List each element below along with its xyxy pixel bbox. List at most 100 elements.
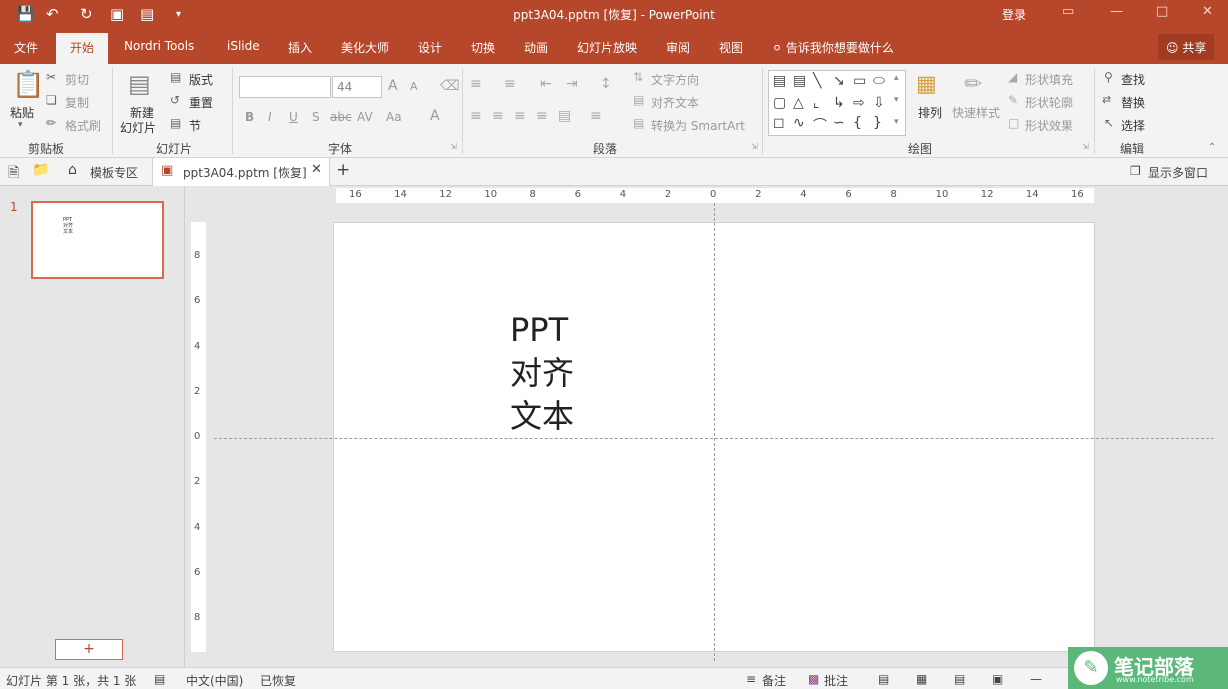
elbow-arrow-shape-icon[interactable]: ↳ <box>833 95 845 111</box>
new-tab-icon[interactable]: + <box>336 160 350 180</box>
slide-sorter-icon[interactable]: ▦ <box>916 672 927 686</box>
paste-icon[interactable]: 📋 <box>12 70 44 100</box>
bullets-icon[interactable]: ≡ <box>470 76 482 92</box>
paste-button[interactable]: 粘贴 <box>10 104 34 121</box>
section-button[interactable]: 节 <box>189 117 201 134</box>
replace-button[interactable]: 替换 <box>1121 94 1145 111</box>
rounded-rect-shape-icon[interactable]: ▢ <box>773 95 786 111</box>
gallery-down-icon[interactable]: ▾ <box>894 95 899 105</box>
arrange-button[interactable]: 排列 <box>918 104 942 121</box>
tab-insert[interactable]: 插入 <box>288 39 312 56</box>
copy-button[interactable]: 复制 <box>65 94 89 111</box>
tab-transitions[interactable]: 切换 <box>471 39 495 56</box>
shrink-font-button[interactable]: A <box>410 80 418 93</box>
new-document-icon[interactable]: 🗎 <box>8 162 19 186</box>
char-spacing-button[interactable]: AV <box>357 110 373 124</box>
share-button[interactable]: ☺ 共享 <box>1158 34 1214 60</box>
paste-dropdown-icon[interactable]: ▾ <box>18 120 23 130</box>
down-arrow-shape-icon[interactable]: ⇩ <box>873 95 885 111</box>
multi-window-button[interactable]: 显示多窗口 <box>1148 164 1208 181</box>
italic-button[interactable]: I <box>268 110 272 124</box>
login-link[interactable]: 登录 <box>1002 6 1026 23</box>
numbering-icon[interactable]: ≡ <box>504 76 516 92</box>
elbow-connector-shape-icon[interactable]: ⌞ <box>813 95 820 111</box>
vertical-textbox-shape-icon[interactable]: ▤ <box>793 73 806 89</box>
collapse-ribbon-icon[interactable]: ⌃ <box>1208 142 1216 153</box>
align-right-icon[interactable]: ≡ <box>514 108 526 124</box>
minimize-icon[interactable]: — <box>1110 4 1123 19</box>
tab-view[interactable]: 视图 <box>719 39 743 56</box>
vertical-guide[interactable] <box>714 203 715 661</box>
home-icon[interactable]: ⌂ <box>68 162 77 178</box>
right-brace-shape-icon[interactable]: } <box>873 115 882 131</box>
tab-beautify[interactable]: 美化大师 <box>341 39 389 56</box>
distribute-icon[interactable]: ▤ <box>558 108 571 124</box>
gallery-up-icon[interactable]: ▴ <box>894 73 899 83</box>
tab-animations[interactable]: 动画 <box>524 39 548 56</box>
reset-button[interactable]: 重置 <box>189 94 213 111</box>
shadow-button[interactable]: S <box>312 110 320 124</box>
strikethrough-button[interactable]: abc <box>330 110 352 124</box>
tab-home[interactable]: 开始 <box>56 33 109 64</box>
normal-view-icon[interactable]: ▤ <box>878 672 889 686</box>
tab-islide[interactable]: iSlide <box>227 39 260 53</box>
scribble-shape-icon[interactable]: ∿ <box>793 115 805 131</box>
format-painter-button[interactable]: 格式刷 <box>65 117 101 134</box>
new-slide-label-2[interactable]: 幻灯片 <box>120 119 156 136</box>
arrow-line-shape-icon[interactable]: ↘ <box>833 73 845 89</box>
new-slide-icon[interactable]: ▤ <box>128 70 151 98</box>
line-shape-icon[interactable]: ╲ <box>813 73 821 89</box>
justify-icon[interactable]: ≡ <box>536 108 548 124</box>
change-case-button[interactable]: Aa <box>386 110 402 124</box>
slide-textbox[interactable]: PPT 对齐 文本 <box>510 309 574 438</box>
zoom-out-icon[interactable]: — <box>1030 672 1042 686</box>
bold-button[interactable]: B <box>245 110 254 124</box>
dialog-launcher-icon[interactable]: ⇲ <box>450 142 457 151</box>
ribbon-display-icon[interactable]: ▭ <box>1062 4 1074 19</box>
select-button[interactable]: 选择 <box>1121 117 1145 134</box>
dialog-launcher-icon[interactable]: ⇲ <box>1082 142 1089 151</box>
underline-button[interactable]: U <box>289 110 298 124</box>
tell-me-box[interactable]: ⚪ 告诉我你想要做什么 <box>772 39 894 56</box>
shape-outline-button[interactable]: 形状轮廓 <box>1025 94 1073 111</box>
left-brace-shape-icon[interactable]: { <box>853 115 862 131</box>
columns-icon[interactable]: ≡ <box>590 108 602 124</box>
align-text-button[interactable]: 对齐文本 <box>651 94 699 111</box>
tab-design[interactable]: 设计 <box>418 39 442 56</box>
arrange-icon[interactable]: ▦ <box>916 72 937 97</box>
horizontal-guide[interactable] <box>214 438 1214 439</box>
spellcheck-icon[interactable]: ▤ <box>154 672 165 686</box>
shape-effects-button[interactable]: 形状效果 <box>1025 117 1073 134</box>
grow-font-button[interactable]: A <box>388 78 398 94</box>
language-status[interactable]: 中文(中国) <box>186 672 243 689</box>
decrease-indent-icon[interactable]: ⇤ <box>540 76 552 92</box>
dialog-launcher-icon[interactable]: ⇲ <box>751 142 758 151</box>
align-center-icon[interactable]: ≡ <box>492 108 504 124</box>
textbox-shape-icon[interactable]: ▤ <box>773 73 786 89</box>
curve-shape-icon[interactable]: ∽ <box>833 115 845 131</box>
text-direction-button[interactable]: 文字方向 <box>651 71 699 88</box>
font-size-input[interactable]: 44 <box>332 76 382 98</box>
slideshow-view-icon[interactable]: ▣ <box>992 672 1003 686</box>
tab-file[interactable]: 文件 <box>14 39 38 56</box>
tab-nordri-tools[interactable]: Nordri Tools <box>124 39 194 53</box>
comments-button[interactable]: 批注 <box>824 672 848 689</box>
notes-button[interactable]: 备注 <box>762 672 786 689</box>
shape-fill-button[interactable]: 形状填充 <box>1025 71 1073 88</box>
arc-shape-icon[interactable]: ⌒ <box>813 115 827 135</box>
active-document-tab[interactable]: ▣ ppt3A04.pptm [恢复] ✕ <box>152 158 330 186</box>
cut-button[interactable]: 剪切 <box>65 71 89 88</box>
right-arrow-shape-icon[interactable]: ⇨ <box>853 95 865 111</box>
freeform-shape-icon[interactable]: ◻ <box>773 115 785 131</box>
font-color-button[interactable]: A <box>430 108 440 124</box>
add-slide-button[interactable]: + <box>55 639 123 660</box>
slide-thumbnail[interactable]: PPT 对齐 文本 <box>31 201 164 279</box>
close-tab-icon[interactable]: ✕ <box>311 162 322 177</box>
quick-styles-button[interactable]: 快速样式 <box>952 104 1000 121</box>
gallery-more-icon[interactable]: ▾ <box>894 117 899 127</box>
increase-indent-icon[interactable]: ⇥ <box>566 76 578 92</box>
triangle-shape-icon[interactable]: △ <box>793 95 804 111</box>
templates-tab[interactable]: 模板专区 <box>90 164 138 181</box>
folder-icon[interactable]: 📁 <box>32 162 49 178</box>
close-icon[interactable]: ✕ <box>1202 4 1213 19</box>
